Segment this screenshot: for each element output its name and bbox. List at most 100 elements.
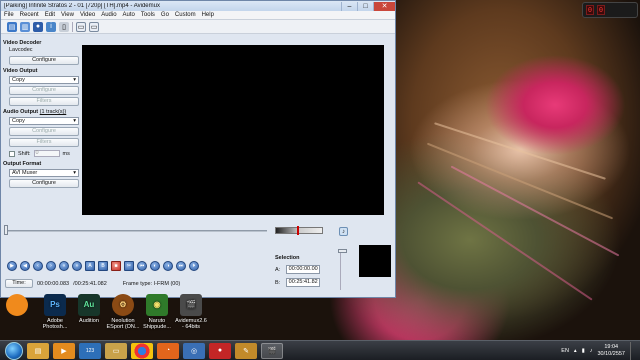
output-format-configure-button[interactable]: Configure	[9, 179, 79, 188]
menu-tools[interactable]: Tools	[141, 12, 155, 18]
show-desktop-button[interactable]	[630, 342, 636, 360]
output-view-icon[interactable]: ▭	[89, 21, 99, 32]
video-filters-button[interactable]: Filters	[9, 97, 79, 106]
menu-help[interactable]: Help	[202, 12, 214, 18]
menu-custom[interactable]: Custom	[175, 12, 196, 18]
stop-icon[interactable]: ●	[209, 342, 231, 359]
menu-file[interactable]: File	[4, 12, 14, 18]
messenger-icon[interactable]: ◎	[183, 342, 205, 359]
firefox-icon[interactable]: ◔	[157, 342, 179, 359]
toolbar: ▤ ▥ ● i ▯ ▭ ▭	[1, 20, 395, 34]
video-output-select[interactable]: Copy ▾	[9, 76, 79, 84]
menu-video[interactable]: Video	[80, 12, 95, 18]
shift-checkbox[interactable]	[9, 150, 15, 157]
minimize-button[interactable]: –	[341, 1, 357, 11]
language-indicator[interactable]: EN	[561, 348, 569, 354]
set-marker-a-icon[interactable]: A	[85, 261, 95, 271]
menu-view[interactable]: View	[61, 12, 74, 18]
menu-bar: File Recent Edit View Video Audio Auto T…	[1, 11, 395, 20]
selection-b-row: B: 00:25:41.82	[275, 278, 321, 287]
record-icon[interactable]: ■	[111, 261, 121, 271]
selection-b-value[interactable]: 00:25:41.82	[286, 278, 321, 287]
audio-tracks-link[interactable]: (1 track(s))	[40, 109, 67, 115]
desktop-icon[interactable]: 🎬 Avidemux2.6 - 64bits	[174, 294, 208, 330]
script-icon[interactable]: ▯	[59, 21, 69, 32]
total-time: /00:25:41.082	[73, 280, 107, 287]
zoom-slider-handle[interactable]	[338, 249, 347, 253]
previous-keyframe-icon[interactable]: «	[59, 261, 69, 271]
volume-icon[interactable]: ♪	[590, 348, 593, 354]
desktop-icon[interactable]: ⚙ Neolution ESport (ON...	[106, 294, 140, 330]
set-marker-b-icon[interactable]: B	[98, 261, 108, 271]
audio-output-select[interactable]: Copy ▾	[9, 117, 79, 125]
input-view-icon[interactable]: ▭	[76, 21, 86, 32]
audio-output-value: Copy	[12, 118, 25, 124]
shift-label: Shift:	[18, 150, 31, 157]
app-123-icon[interactable]: 123	[79, 342, 101, 359]
output-format-select[interactable]: AVI Muxer ▾	[9, 169, 79, 177]
playback-controls: ▶ ◀ ‹ › « » A B ■ ✂ ⏮ ◐ ◑ ⏭ ⏵	[7, 261, 199, 271]
tray-clock[interactable]: 19:04 30/10/2557	[597, 344, 625, 358]
zoom-slider[interactable]	[340, 250, 346, 290]
menu-edit[interactable]: Edit	[45, 12, 55, 18]
next-cut-icon[interactable]: ⏭	[176, 261, 186, 271]
current-time[interactable]: 00:00:00.083	[37, 281, 69, 287]
time-button[interactable]: Time:	[5, 279, 33, 288]
goto-b-icon[interactable]: ◑	[163, 261, 173, 271]
end-icon[interactable]: ⏵	[189, 261, 199, 271]
info-icon[interactable]: i	[46, 21, 56, 32]
close-button[interactable]: ✕	[373, 1, 395, 11]
audio-output-header: Audio Output (1 track(s))	[3, 109, 79, 116]
network-icon[interactable]: ▮	[582, 348, 585, 354]
previous-frame-icon[interactable]: ‹	[33, 261, 43, 271]
video-decoder-configure-button[interactable]: Configure	[9, 56, 79, 65]
open-icon[interactable]: ▤	[7, 21, 17, 32]
rewind-icon[interactable]: ◀	[20, 261, 30, 271]
volume-marker[interactable]	[296, 226, 299, 235]
menu-recent[interactable]: Recent	[20, 12, 39, 18]
maximize-button[interactable]: □	[357, 1, 373, 11]
desktop-icon[interactable]: ◉ Naruto Shippude...	[140, 294, 174, 330]
clock-digit: 0	[597, 5, 605, 15]
cut-icon[interactable]: ✂	[124, 261, 134, 271]
audio-filters-button[interactable]: Filters	[9, 138, 79, 147]
chrome-icon[interactable]	[131, 342, 153, 359]
menu-audio[interactable]: Audio	[101, 12, 116, 18]
desktop-icon[interactable]	[0, 294, 34, 318]
menu-go[interactable]: Go	[161, 12, 169, 18]
desktop-icon-label: Naruto Shippude...	[143, 318, 171, 330]
next-keyframe-icon[interactable]: »	[72, 261, 82, 271]
chevron-down-icon: ▾	[73, 118, 76, 124]
desktop-icon-label: Neolution ESport (ON...	[106, 318, 140, 330]
seek-bar[interactable]	[5, 230, 267, 232]
tray-arrow-icon[interactable]: ▴	[574, 348, 577, 354]
seek-handle[interactable]	[4, 225, 8, 235]
start-button[interactable]	[5, 341, 23, 360]
folder-icon[interactable]: ▭	[105, 342, 127, 359]
desktop-icon-label: Audition	[79, 318, 99, 324]
next-frame-icon[interactable]: ›	[46, 261, 56, 271]
avidemux-taskbar-icon[interactable]: 🎬	[261, 342, 283, 359]
desktop-icon[interactable]: Ps Adobe Photosh...	[38, 294, 72, 330]
play-icon[interactable]: ▶	[7, 261, 17, 271]
audio-output-configure-button[interactable]: Configure	[9, 127, 79, 136]
chevron-down-icon: ▾	[73, 170, 76, 176]
title-bar: [Paiking] Infinite Stratos 2 - 01 [720p]…	[1, 1, 395, 11]
speaker-icon[interactable]: ♪	[339, 227, 348, 236]
clock-digit: 0	[586, 5, 594, 15]
selection-a-value[interactable]: 00:00:00.00	[286, 265, 321, 274]
save-icon[interactable]: ●	[33, 21, 43, 32]
shift-spinbox[interactable]: 0	[33, 150, 60, 157]
previous-cut-icon[interactable]: ⏮	[137, 261, 147, 271]
paint-icon[interactable]: ✎	[235, 342, 257, 359]
system-tray: EN ▴ ▮ ♪ 19:04 30/10/2557	[561, 341, 640, 360]
video-decoder-header: Video Decoder	[3, 40, 42, 46]
menu-auto[interactable]: Auto	[123, 12, 135, 18]
volume-slider[interactable]	[275, 227, 323, 234]
explorer-icon[interactable]: ▤	[27, 342, 49, 359]
video-output-configure-button[interactable]: Configure	[9, 86, 79, 95]
open-append-icon[interactable]: ▥	[20, 21, 30, 32]
media-player-icon[interactable]: ▶	[53, 342, 75, 359]
goto-a-icon[interactable]: ◐	[150, 261, 160, 271]
desktop-icon[interactable]: Au Audition	[72, 294, 106, 324]
